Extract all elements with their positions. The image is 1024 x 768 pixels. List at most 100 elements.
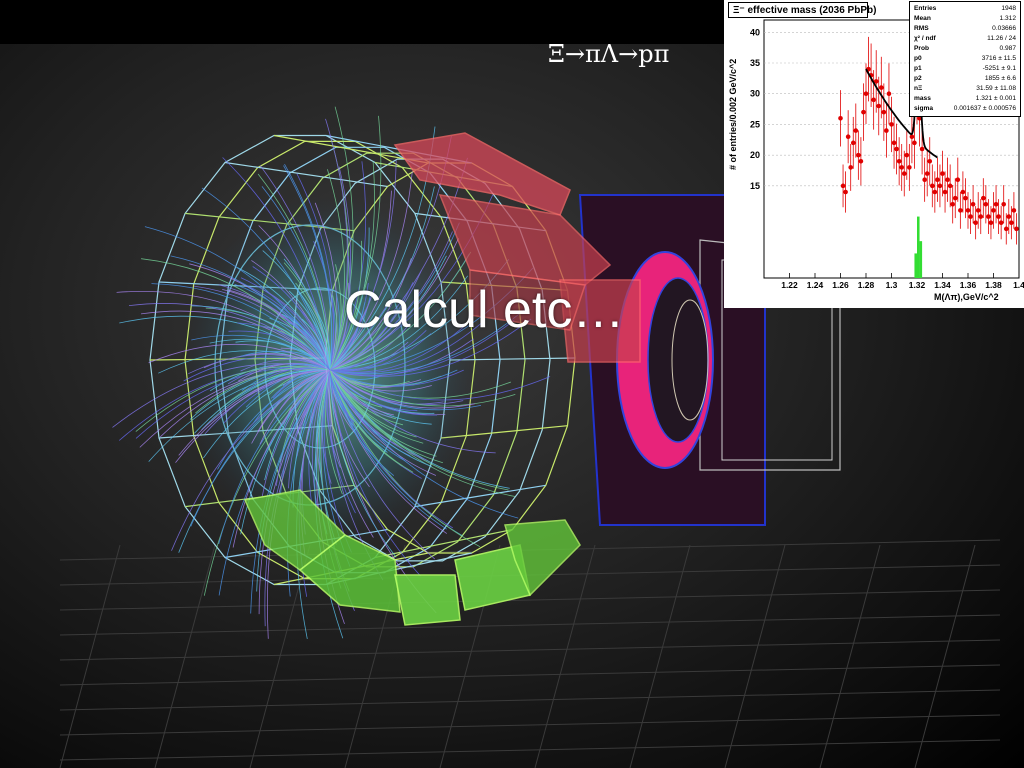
- data-point: [998, 220, 1004, 226]
- stat-row: mass 1.321 ± 0.001: [914, 95, 1016, 104]
- data-point: [981, 195, 986, 201]
- data-point: [927, 158, 933, 164]
- data-point: [871, 97, 876, 103]
- data-point: [958, 208, 963, 213]
- data-point: [996, 214, 1001, 219]
- data-point: [894, 146, 899, 152]
- data-point: [1014, 226, 1019, 232]
- decay-formula: Ξ→πΛ→pπ: [548, 40, 670, 68]
- stat-key: RMS: [914, 25, 929, 32]
- x-tick-label: 1.28: [858, 280, 875, 290]
- histogram-panel: 15 20 25 30 35 40 1.22 1.24 1.26 1.28 1.3 1.32 1.34…: [724, 0, 1024, 308]
- signal-bar: [919, 241, 923, 278]
- data-point: [904, 152, 910, 158]
- stat-row: sigma 0.001637 ± 0.000576: [914, 105, 1016, 114]
- data-point: [879, 85, 884, 90]
- stat-key: Entries: [914, 5, 937, 12]
- stat-key: χ² / ndf: [914, 35, 936, 42]
- data-point: [983, 201, 989, 207]
- data-point: [932, 189, 938, 195]
- y-tick-label: 15: [750, 181, 760, 191]
- data-point: [909, 134, 915, 140]
- data-point: [960, 189, 966, 195]
- stat-row: p1 -5251 ± 9.1: [914, 65, 1016, 74]
- x-tick-label: 1.26: [832, 280, 849, 290]
- stat-key: Mean: [914, 15, 931, 22]
- stat-key: Prob: [914, 45, 930, 52]
- data-point: [853, 128, 859, 133]
- stat-key: sigma: [914, 105, 934, 112]
- data-point: [952, 195, 958, 201]
- floor-grid-line: [59, 714, 1001, 736]
- stat-key: p2: [914, 75, 922, 82]
- stat-key: nΞ: [914, 85, 923, 92]
- data-point: [950, 201, 955, 207]
- histogram-x-label: M(Λπ),GeV/c^2: [934, 292, 999, 302]
- data-point: [978, 214, 984, 219]
- stat-value: 1.312: [999, 15, 1016, 22]
- stat-row: χ² / ndf 11.26 / 24: [914, 35, 1016, 44]
- stat-value: 3716 ± 11.5: [981, 55, 1016, 62]
- data-point: [881, 109, 887, 115]
- floor-grid-line: [59, 639, 1001, 661]
- floor-grid-line: [819, 544, 881, 768]
- data-point: [899, 165, 904, 170]
- stat-row: Entries 1948: [914, 5, 1016, 14]
- data-point: [965, 208, 971, 213]
- stat-value: 0.03666: [992, 25, 1016, 32]
- stats-box: Entries 1948 Mean 1.312 RMS 0.03666 χ² / ndf 11…: [909, 1, 1021, 117]
- data-point: [968, 214, 973, 219]
- stat-value: 1948: [1001, 5, 1016, 12]
- y-tick-label: 25: [750, 119, 760, 129]
- x-tick-label: 1.22: [781, 280, 798, 290]
- slide-title: Calcul etc…: [344, 281, 625, 339]
- data-point: [1006, 214, 1012, 219]
- stat-key: p1: [914, 65, 922, 72]
- floor-grid-line: [59, 614, 1001, 636]
- data-point: [955, 177, 961, 183]
- x-tick-label: 1.3: [886, 280, 898, 290]
- data-point: [988, 220, 994, 226]
- x-tick-label: 1.38: [985, 280, 1002, 290]
- data-point: [1011, 208, 1017, 213]
- floor-grid-line: [724, 544, 786, 768]
- histogram-y-label: # of entries/0.002 GeV/c^2: [728, 59, 738, 170]
- data-point: [1009, 220, 1014, 226]
- data-point: [901, 171, 907, 176]
- stat-row: Mean 1.312: [914, 15, 1016, 24]
- x-tick-label: 1.32: [909, 280, 926, 290]
- data-point: [907, 165, 912, 170]
- data-point: [922, 177, 927, 183]
- data-point: [924, 171, 930, 176]
- data-point: [991, 208, 996, 213]
- floor-grid-line: [59, 689, 1001, 711]
- data-point: [940, 171, 945, 176]
- data-point: [986, 214, 991, 219]
- y-tick-label: 40: [750, 27, 760, 37]
- data-point: [1003, 226, 1009, 232]
- data-point: [993, 201, 999, 207]
- data-point: [1001, 201, 1006, 207]
- data-point: [858, 158, 864, 164]
- data-point: [861, 109, 866, 115]
- stat-row: RMS 0.03666: [914, 25, 1016, 34]
- data-point: [963, 195, 968, 201]
- stat-value: 0.987: [999, 45, 1016, 52]
- data-point: [889, 122, 894, 127]
- y-tick-label: 30: [750, 89, 760, 99]
- x-tick-label: 1.36: [960, 280, 977, 290]
- floor-grid-line: [59, 664, 1001, 686]
- data-point: [970, 201, 976, 207]
- x-tick-label: 1.4: [1013, 280, 1024, 290]
- data-point: [945, 177, 950, 183]
- y-tick-label: 20: [750, 150, 760, 160]
- data-point: [891, 140, 897, 146]
- floor-grid-line: [59, 739, 1001, 761]
- data-point: [838, 115, 843, 121]
- data-point: [863, 91, 869, 97]
- stat-value: 0.001637 ± 0.000576: [953, 105, 1016, 112]
- data-point: [848, 165, 853, 170]
- data-point: [975, 208, 981, 213]
- data-point: [947, 183, 953, 189]
- stat-value: 1855 ± 6.6: [984, 75, 1016, 82]
